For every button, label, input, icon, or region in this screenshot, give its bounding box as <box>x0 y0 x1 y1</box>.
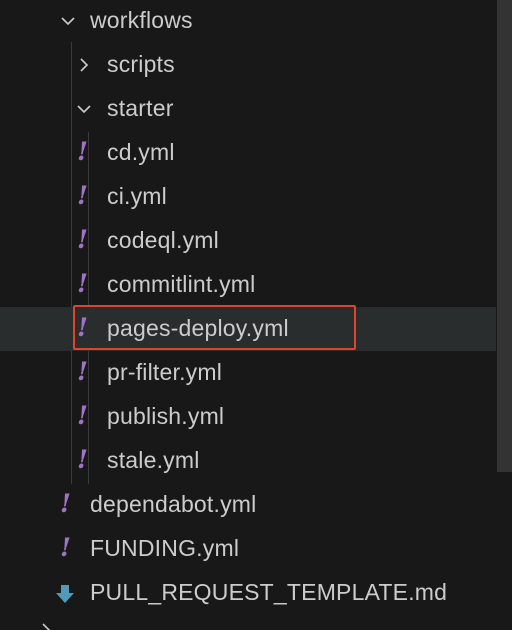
yaml-file-icon: ! <box>77 181 89 210</box>
yaml-file-icon: ! <box>77 357 89 386</box>
highlight-box <box>73 305 356 350</box>
vertical-scrollbar[interactable] <box>497 0 512 472</box>
tree-item-label: commitlint.yml <box>107 270 256 297</box>
tree-item-label: scripts <box>107 50 175 77</box>
tree-item-pull-request-template-md[interactable]: PULL_REQUEST_TEMPLATE.md <box>0 571 496 615</box>
tree-item-pr-filter-yml[interactable]: ! pr-filter.yml <box>0 351 496 395</box>
yaml-file-icon: ! <box>77 269 89 298</box>
yaml-file-icon: ! <box>60 533 72 562</box>
tree-item-publish-yml[interactable]: ! publish.yml <box>0 395 496 439</box>
tree-item-dependabot-yml[interactable]: ! dependabot.yml <box>0 483 496 527</box>
tree-item-label: PULL_REQUEST_TEMPLATE.md <box>90 578 448 605</box>
tree-item-label: pr-filter.yml <box>107 358 223 385</box>
tree-item-stale-yml[interactable]: ! stale.yml <box>0 439 496 483</box>
yaml-file-icon: ! <box>77 445 89 474</box>
tree-item-label: stale.yml <box>107 446 200 473</box>
chevron-down-icon <box>60 13 76 29</box>
tree-item-label: cd.yml <box>107 138 175 165</box>
file-explorer-tree: workflows scripts starter ! cd.yml ! ci.… <box>0 0 512 630</box>
yaml-file-icon: ! <box>77 225 89 254</box>
yaml-file-icon: ! <box>60 489 72 518</box>
tree-item-label: FUNDING.yml <box>90 534 240 561</box>
yaml-file-icon: ! <box>77 401 89 430</box>
tree-item-partial[interactable] <box>0 615 496 630</box>
tree-item-ci-yml[interactable]: ! ci.yml <box>0 175 496 219</box>
tree-item-label: ci.yml <box>107 182 167 209</box>
tree-item-commitlint-yml[interactable]: ! commitlint.yml <box>0 263 496 307</box>
markdown-arrow-icon <box>54 583 76 605</box>
tree-item-label: publish.yml <box>107 402 225 429</box>
tree-item-scripts[interactable]: scripts <box>0 43 496 87</box>
tree-item-label: workflows <box>90 6 193 33</box>
tree-item-starter[interactable]: starter <box>0 87 496 131</box>
tree-item-cd-yml[interactable]: ! cd.yml <box>0 131 496 175</box>
tree-item-label: dependabot.yml <box>90 490 257 517</box>
tree-item-label: codeql.yml <box>107 226 219 253</box>
chevron-right-icon <box>76 57 92 73</box>
yaml-file-icon: ! <box>77 137 89 166</box>
tree-item-funding-yml[interactable]: ! FUNDING.yml <box>0 527 496 571</box>
tree-item-codeql-yml[interactable]: ! codeql.yml <box>0 219 496 263</box>
chevron-right-icon <box>38 622 54 630</box>
chevron-down-icon <box>76 101 92 117</box>
tree-item-label: starter <box>107 94 174 121</box>
tree-item-workflows[interactable]: workflows <box>0 0 496 42</box>
